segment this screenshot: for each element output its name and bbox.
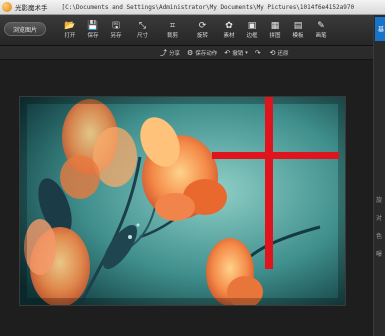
right-panel-item[interactable]: 色 <box>376 231 382 240</box>
tool-label: 尺寸 <box>136 32 148 39</box>
browse-images-button[interactable]: 浏览图片 <box>4 22 46 36</box>
share-icon: ⤴ <box>160 48 167 57</box>
undo-label: 撤销 <box>232 50 244 57</box>
tool-label: 打开 <box>64 32 76 39</box>
tool-button-folder[interactable]: 📂 打开 <box>60 15 80 45</box>
tool-button-template[interactable]: ▤ 模板 <box>288 15 308 45</box>
image-canvas[interactable] <box>0 60 373 336</box>
tool-label: 画笔 <box>315 32 327 39</box>
right-panel-item[interactable]: 旋 <box>376 195 382 204</box>
tool-button-rotate[interactable]: ⟳ 旋转 <box>189 15 216 45</box>
save-action-label: 保存动作 <box>195 50 218 57</box>
tool-label: 旋转 <box>196 32 208 39</box>
template-icon: ▤ <box>293 20 303 31</box>
undo-icon: ↶ <box>224 48 231 57</box>
brush-icon: ✎ <box>317 20 325 31</box>
right-panel-item[interactable]: 曝 <box>376 249 382 258</box>
tool-button-save[interactable]: 💾 保存 <box>83 15 103 45</box>
material-icon: ✿ <box>225 20 233 31</box>
share-button[interactable]: ⤴ 分享 <box>160 48 180 58</box>
tool-label: 裁剪 <box>166 32 178 39</box>
right-panel: 基 旋 对 色 曝 <box>373 15 385 336</box>
crop-icon: ⌗ <box>169 20 176 31</box>
chevron-down-icon: ▾ <box>245 49 248 56</box>
resize-icon: ⤡ <box>138 20 147 31</box>
app-name: 光影魔术手 <box>15 4 48 12</box>
tool-label: 模板 <box>292 32 304 39</box>
title-bar: 光影魔术手 [C:\Documents and Settings\Adminis… <box>0 0 385 15</box>
save-icon: 💾 <box>87 20 99 31</box>
tool-button-collage[interactable]: ▦ 拼图 <box>265 15 285 45</box>
tool-button-save-as[interactable]: 🖫 另存 <box>106 15 126 45</box>
tool-button-brush[interactable]: ✎ 画笔 <box>311 15 331 45</box>
action-bar: ⤴ 分享 ⚙ 保存动作 ↶ 撤销 ▾ ↷ ⟲ 还原 <box>0 46 373 60</box>
tool-button-frame[interactable]: ▣ 边框 <box>242 15 262 45</box>
tool-buttons: 📂 打开 💾 保存 🖫 另存 ⤡ 尺寸 ⌗ 裁剪 ⟳ 旋转 ✿ 素材 ▣ 边框 ▦ 拼图 ▤ 模板 ✎ 画笔 <box>60 15 334 45</box>
photo-flowers[interactable] <box>19 96 346 306</box>
tool-label: 边框 <box>246 32 258 39</box>
tool-button-resize[interactable]: ⤡ 尺寸 <box>129 15 156 45</box>
main-toolbar: 浏览图片 📂 打开 💾 保存 🖫 另存 ⤡ 尺寸 ⌗ 裁剪 ⟳ 旋转 ✿ 素材 ▣ 边框 ▦ 拼图 ▤ 模板 ✎ 画笔 <box>0 15 385 46</box>
file-path: [C:\Documents and Settings\Administrator… <box>61 3 355 11</box>
save-as-icon: 🖫 <box>112 20 120 31</box>
tool-label: 另存 <box>110 32 122 39</box>
undo-button[interactable]: ↶ 撤销 ▾ <box>224 49 247 57</box>
gear-icon: ⚙ <box>187 48 194 57</box>
tool-label: 保存 <box>87 32 99 39</box>
right-panel-tab[interactable]: 基 <box>375 17 385 41</box>
share-label: 分享 <box>169 50 181 57</box>
rotate-icon: ⟳ <box>198 20 207 31</box>
folder-icon: 📂 <box>64 20 76 31</box>
save-action-button[interactable]: ⚙ 保存动作 <box>187 49 217 57</box>
frame-icon: ▣ <box>247 20 257 31</box>
tool-button-material[interactable]: ✿ 素材 <box>219 15 239 45</box>
collage-icon: ▦ <box>270 20 280 31</box>
tool-button-crop[interactable]: ⌗ 裁剪 <box>159 15 186 45</box>
app-logo-icon <box>2 2 12 12</box>
tool-label: 素材 <box>223 32 235 39</box>
restore-icon: ⟲ <box>269 48 276 57</box>
redo-button[interactable]: ↷ <box>255 49 263 57</box>
restore-button[interactable]: ⟲ 还原 <box>270 49 289 57</box>
right-panel-item[interactable]: 对 <box>376 213 382 222</box>
restore-label: 还原 <box>277 50 289 57</box>
redo-icon: ↷ <box>254 48 261 57</box>
flower-photo-image <box>20 97 345 305</box>
tool-label: 拼图 <box>269 32 281 39</box>
